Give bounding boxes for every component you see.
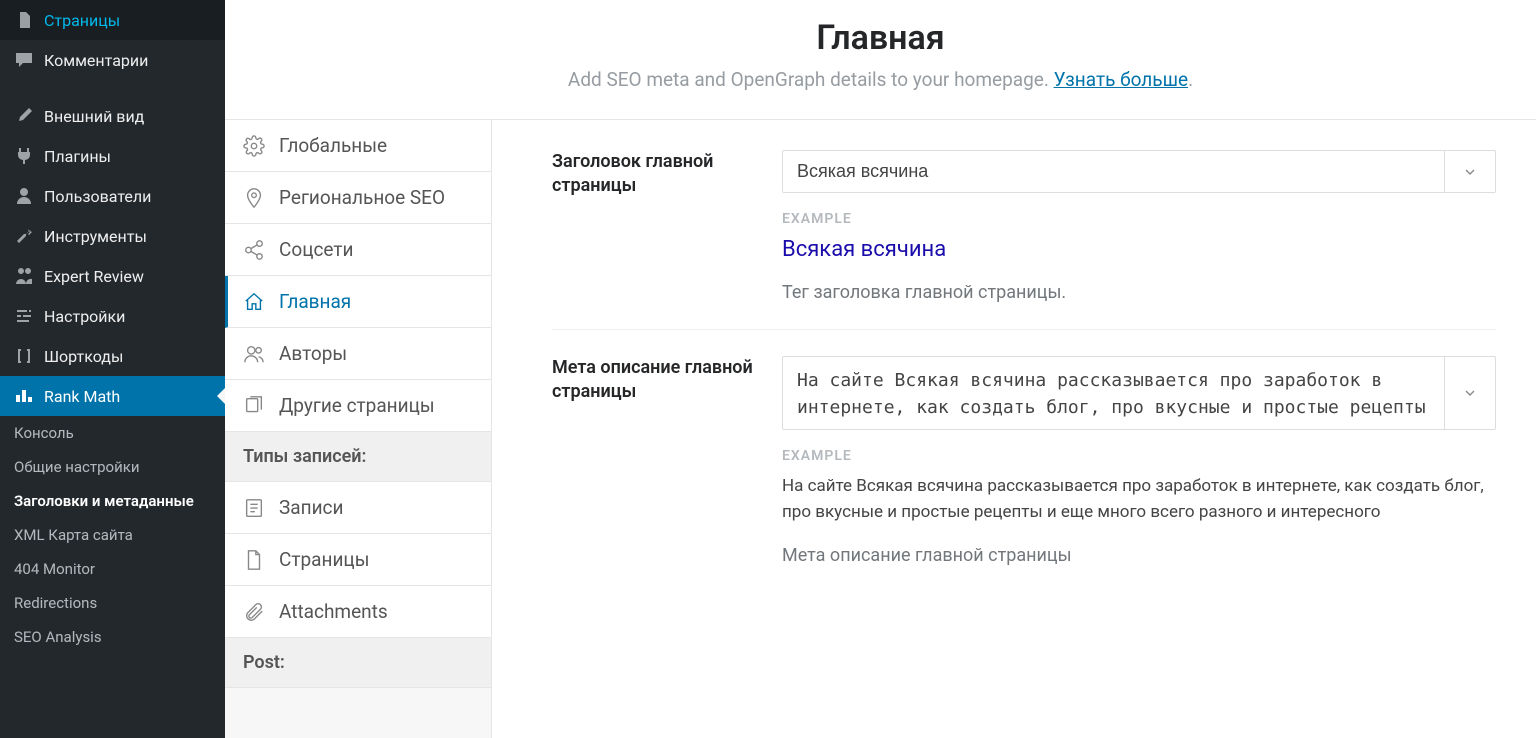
submenu-titles-meta[interactable]: Заголовки и метаданные xyxy=(0,484,225,518)
location-icon xyxy=(243,187,265,209)
page-title: Главная xyxy=(255,18,1506,58)
sidebar-label: Инструменты xyxy=(44,227,147,246)
sidebar-label: Плагины xyxy=(44,147,111,166)
shortcode-icon xyxy=(14,346,34,366)
rankmath-icon xyxy=(14,386,34,406)
tab-social[interactable]: Соцсети xyxy=(225,224,491,276)
tab-authors[interactable]: Авторы xyxy=(225,328,491,380)
sidebar-label: Страницы xyxy=(44,11,120,30)
field-homepage-title: Заголовок главной страницы EXAMPLE Всяка… xyxy=(552,150,1496,330)
attachment-icon xyxy=(243,601,265,623)
sidebar-item-tools[interactable]: Инструменты xyxy=(0,216,225,256)
tab-label: Авторы xyxy=(279,342,347,365)
learn-more-link[interactable]: Узнать больше xyxy=(1054,68,1188,91)
sidebar-label: Expert Review xyxy=(44,267,144,286)
submenu-sitemap[interactable]: XML Карта сайта xyxy=(0,518,225,552)
review-icon xyxy=(14,266,34,286)
submenu-seo-analysis[interactable]: SEO Analysis xyxy=(0,620,225,654)
tab-label: Соцсети xyxy=(279,238,354,261)
chevron-down-icon xyxy=(1462,164,1478,180)
tab-attachments[interactable]: Attachments xyxy=(225,586,491,638)
submenu-404[interactable]: 404 Monitor xyxy=(0,552,225,586)
sidebar-label: Rank Math xyxy=(44,387,120,406)
tab-label: Региональное SEO xyxy=(279,186,445,209)
sidebar-item-pages[interactable]: Страницы xyxy=(0,0,225,40)
tab-misc-pages[interactable]: Другие страницы xyxy=(225,380,491,432)
wrench-icon xyxy=(14,226,34,246)
sidebar-item-settings[interactable]: Настройки xyxy=(0,296,225,336)
users-icon xyxy=(243,343,265,365)
submenu-redirections[interactable]: Redirections xyxy=(0,586,225,620)
tab-label: Страницы xyxy=(279,548,369,571)
tab-global[interactable]: Глобальные xyxy=(225,120,491,172)
field-label: Мета описание главной страницы xyxy=(552,356,772,566)
sidebar-item-rank-math[interactable]: Rank Math xyxy=(0,376,225,416)
user-icon xyxy=(14,186,34,206)
tab-homepage[interactable]: Главная xyxy=(225,276,491,328)
field-help: Тег заголовка главной страницы. xyxy=(782,282,1496,303)
body-row: Глобальные Региональное SEO Соцсети Глав… xyxy=(225,120,1536,738)
example-label: EXAMPLE xyxy=(782,448,1496,464)
pages-icon xyxy=(14,10,34,30)
sidebar-item-expert-review[interactable]: Expert Review xyxy=(0,256,225,296)
sidebar-item-appearance[interactable]: Внешний вид xyxy=(0,96,225,136)
tab-label: Attachments xyxy=(279,600,388,623)
tab-label: Другие страницы xyxy=(279,394,435,417)
sidebar-item-shortcodes[interactable]: Шорткоды xyxy=(0,336,225,376)
tab-label: Записи xyxy=(279,496,343,519)
field-homepage-meta: Мета описание главной страницы На сайте … xyxy=(552,356,1496,592)
sidebar-item-users[interactable]: Пользователи xyxy=(0,176,225,216)
homepage-meta-textarea[interactable]: На сайте Всякая всячина рассказывается п… xyxy=(782,356,1444,430)
submenu-console[interactable]: Консоль xyxy=(0,416,225,450)
gear-icon xyxy=(243,135,265,157)
example-label: EXAMPLE xyxy=(782,211,1496,227)
field-label: Заголовок главной страницы xyxy=(552,150,772,303)
tab-local-seo[interactable]: Региональное SEO xyxy=(225,172,491,224)
example-title-preview: Всякая всячина xyxy=(782,237,1496,262)
variables-dropdown[interactable] xyxy=(1444,356,1496,430)
brush-icon xyxy=(14,106,34,126)
share-icon xyxy=(243,239,265,261)
tab-posts[interactable]: Записи xyxy=(225,482,491,534)
sliders-icon xyxy=(14,306,34,326)
sidebar-item-plugins[interactable]: Плагины xyxy=(0,136,225,176)
homepage-title-input[interactable] xyxy=(782,150,1444,193)
page-subtitle: Add SEO meta and OpenGraph details to yo… xyxy=(255,68,1506,91)
section-post-types: Типы записей: xyxy=(225,432,491,482)
chevron-down-icon xyxy=(1462,385,1478,401)
tab-pages[interactable]: Страницы xyxy=(225,534,491,586)
page-header: Главная Add SEO meta and OpenGraph detai… xyxy=(225,0,1536,120)
home-icon xyxy=(243,291,265,313)
section-post: Post: xyxy=(225,638,491,688)
example-meta-preview: На сайте Всякая всячина рассказывается п… xyxy=(782,474,1496,525)
content-area: Главная Add SEO meta and OpenGraph detai… xyxy=(225,0,1536,738)
sidebar-item-comments[interactable]: Комментарии xyxy=(0,40,225,80)
tab-label: Глобальные xyxy=(279,134,387,157)
page-icon xyxy=(243,549,265,571)
settings-panel: Заголовок главной страницы EXAMPLE Всяка… xyxy=(492,120,1536,738)
sidebar-label: Пользователи xyxy=(44,187,151,206)
field-help: Мета описание главной страницы xyxy=(782,545,1496,566)
submenu-general[interactable]: Общие настройки xyxy=(0,450,225,484)
post-icon xyxy=(243,497,265,519)
settings-tabs: Глобальные Региональное SEO Соцсети Глав… xyxy=(225,120,492,738)
sidebar-label: Внешний вид xyxy=(44,107,144,126)
sidebar-label: Шорткоды xyxy=(44,347,123,366)
comment-icon xyxy=(14,50,34,70)
admin-sidebar: Страницы Комментарии Внешний вид Плагины… xyxy=(0,0,225,738)
pages-stack-icon xyxy=(243,395,265,417)
sidebar-label: Настройки xyxy=(44,307,125,326)
plug-icon xyxy=(14,146,34,166)
variables-dropdown[interactable] xyxy=(1444,150,1496,193)
tab-label: Главная xyxy=(279,290,351,313)
sidebar-label: Комментарии xyxy=(44,51,148,70)
